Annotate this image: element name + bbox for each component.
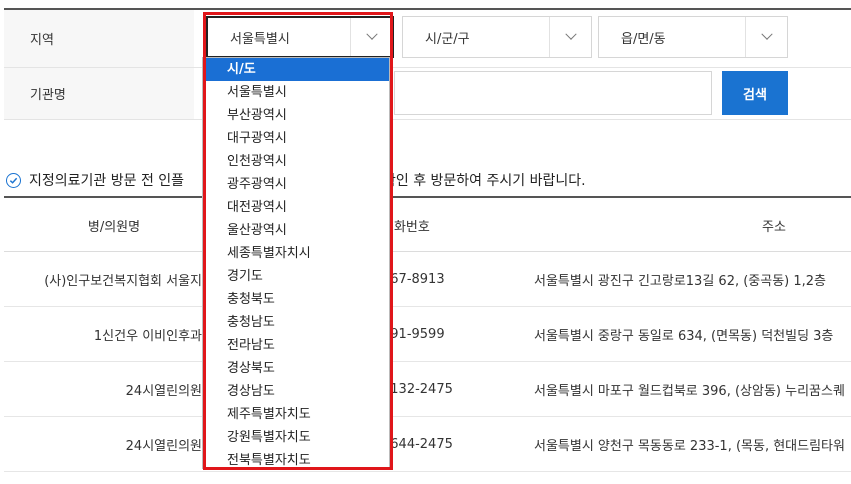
dropdown-option[interactable]: 제주특별자치도 (203, 403, 389, 426)
header-phone: 전화번호 (382, 219, 430, 235)
chevron-down-icon (564, 28, 577, 40)
row-name: (사)인구보건복지협회 서울지 (44, 273, 202, 289)
dropdown-option[interactable]: 경기도 (203, 265, 389, 288)
chevron-down-icon (760, 28, 773, 40)
sido-select[interactable]: 서울특별시 (206, 16, 394, 58)
emd-chevron (745, 17, 787, 57)
dropdown-option[interactable]: 부산광역시 (203, 104, 389, 127)
notice: 지정의료기관 방문 전 인플 확인 후 방문하여 주시기 바랍니다. (6, 170, 586, 190)
dropdown-option[interactable]: 서울특별시 (203, 81, 389, 104)
header-address: 주소 (762, 219, 786, 235)
dropdown-option[interactable]: 울산광역시 (203, 219, 389, 242)
institution-row: 기관명 검색 (4, 68, 851, 120)
row-address: 서울특별시 광진구 긴고랑로13길 62, (중곡동) 1,2층 (534, 273, 827, 289)
search-button[interactable]: 검색 (722, 71, 788, 115)
sido-value: 서울특별시 (230, 31, 290, 47)
sido-chevron (350, 18, 392, 56)
institution-input[interactable] (394, 71, 712, 115)
row-name: 1신건우 이비인후과 (93, 328, 202, 344)
row-phone: 491-9599 (382, 326, 445, 342)
region-label: 지역 (4, 10, 194, 67)
row-phone: 2132-2475 (382, 381, 453, 397)
dropdown-option[interactable]: 세종특별자치시 (203, 242, 389, 265)
sigungu-chevron (549, 17, 591, 57)
notice-text-start: 지정의료기관 방문 전 인플 (29, 173, 185, 189)
sido-dropdown-list: 시/도 서울특별시 부산광역시 대구광역시 인천광역시 광주광역시 대전광역시 울산광역시 세종… (202, 57, 390, 469)
sigungu-value: 시/군/구 (425, 31, 470, 47)
notice-text-end: 확인 후 방문하여 주시기 바랍니다. (383, 173, 586, 189)
dropdown-option[interactable]: 대전광역시 (203, 196, 389, 219)
dropdown-option[interactable]: 충청북도 (203, 288, 389, 311)
table-row[interactable]: (사)인구보건복지협회 서울지 467-8913 서울특별시 광진구 긴고랑로1… (4, 252, 851, 307)
sigungu-select[interactable]: 시/군/구 (402, 16, 592, 58)
dropdown-option[interactable]: 충청남도 (203, 311, 389, 334)
dropdown-option[interactable]: 대구광역시 (203, 127, 389, 150)
row-address: 서울특별시 양천구 목동동로 233-1, (목동, 현대드림타워 (534, 438, 845, 454)
dropdown-option[interactable]: 경상북도 (203, 357, 389, 380)
emd-select[interactable]: 읍/면/동 (598, 16, 788, 58)
dropdown-option[interactable]: 전북특별자치도 (203, 449, 389, 468)
row-phone: 2644-2475 (382, 436, 453, 452)
table-row[interactable]: 24시열린의원 2644-2475 서울특별시 양천구 목동동로 233-1, … (4, 417, 851, 472)
row-name: 24시열린의원 (125, 438, 202, 454)
institution-label: 기관명 (4, 68, 194, 119)
dropdown-option[interactable]: 경상남도 (203, 380, 389, 403)
table-header: 병/의원명 전화번호 주소 (4, 196, 851, 252)
emd-value: 읍/면/동 (621, 31, 666, 47)
dropdown-option[interactable]: 시/도 (203, 58, 389, 81)
table-row[interactable]: 1신건우 이비인후과 491-9599 서울특별시 중랑구 동일로 634, (… (4, 307, 851, 362)
header-name: 병/의원명 (87, 219, 141, 235)
row-name: 24시열린의원 (125, 383, 202, 399)
check-circle-icon (6, 172, 21, 188)
row-phone: 467-8913 (382, 271, 445, 287)
region-row: 지역 서울특별시 시/군/구 읍/면/동 (4, 10, 851, 68)
row-address: 서울특별시 마포구 월드컵북로 396, (상암동) 누리꿈스퀘 (534, 383, 845, 399)
dropdown-option[interactable]: 강원특별자치도 (203, 426, 389, 449)
table-row[interactable]: 24시열린의원 2132-2475 서울특별시 마포구 월드컵북로 396, (… (4, 362, 851, 417)
chevron-down-icon (365, 28, 378, 40)
row-address: 서울특별시 중랑구 동일로 634, (면목동) 덕천빌딩 3층 (534, 328, 834, 344)
dropdown-option[interactable]: 인천광역시 (203, 150, 389, 173)
dropdown-option[interactable]: 전라남도 (203, 334, 389, 357)
dropdown-option[interactable]: 광주광역시 (203, 173, 389, 196)
